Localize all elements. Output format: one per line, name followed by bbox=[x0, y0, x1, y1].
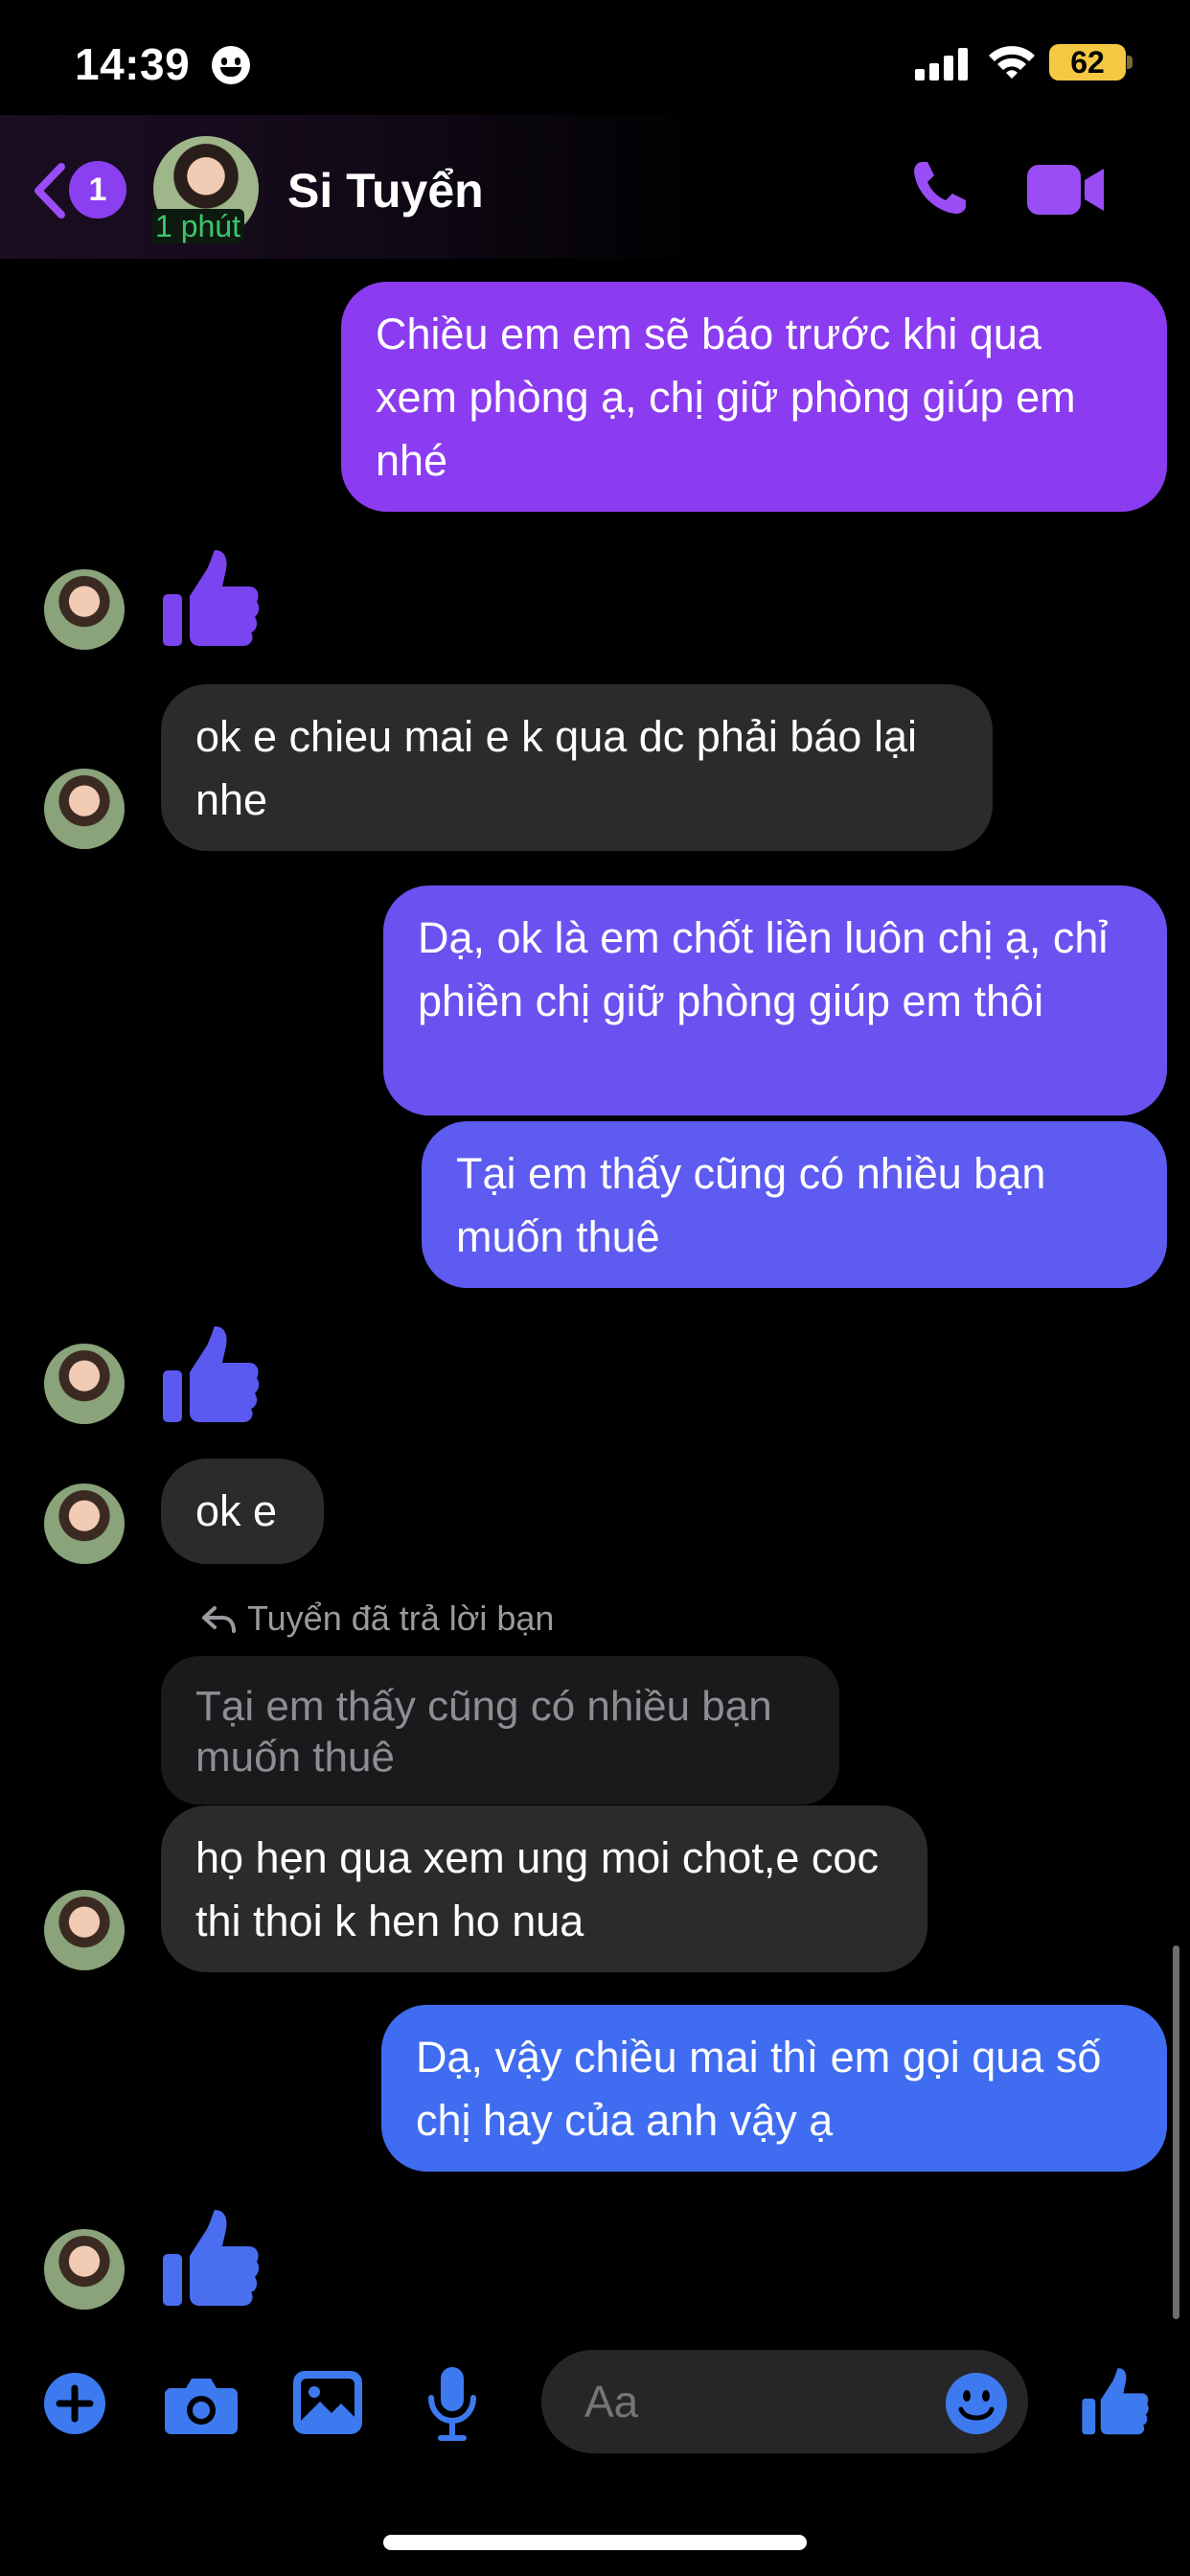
gallery-icon[interactable] bbox=[293, 2371, 362, 2434]
contact-avatar-small bbox=[44, 2229, 125, 2310]
home-indicator[interactable] bbox=[383, 2535, 807, 2550]
contact-avatar-small bbox=[44, 769, 125, 849]
contact-name[interactable]: Si Tuyển bbox=[287, 163, 484, 218]
plus-icon[interactable] bbox=[42, 2371, 107, 2436]
thumbs-up-icon[interactable] bbox=[161, 1322, 261, 1424]
cellular-signal-icon bbox=[915, 48, 969, 80]
contact-avatar-small bbox=[44, 1890, 125, 1970]
phone-icon[interactable] bbox=[910, 158, 970, 218]
wifi-icon bbox=[989, 46, 1035, 79]
status-time: 14:39 bbox=[75, 39, 191, 89]
quoted-message[interactable]: Tại em thấy cũng có nhiều bạn muốn thuê bbox=[161, 1656, 839, 1805]
message-input[interactable] bbox=[584, 2375, 929, 2428]
message-outgoing[interactable]: Dạ, ok là em chốt liền luôn chị ạ, chỉ p… bbox=[383, 886, 1167, 1116]
unread-badge[interactable]: 1 bbox=[69, 161, 126, 218]
message-incoming[interactable]: ok e chieu mai e k qua dc phải báo lại n… bbox=[161, 684, 993, 851]
message-incoming[interactable]: họ hẹn qua xem ung moi chot,e coc thi th… bbox=[161, 1806, 927, 1972]
reply-label: Tuyển đã trả lời bạn bbox=[247, 1598, 555, 1638]
thumbs-up-icon[interactable] bbox=[161, 2206, 261, 2308]
contact-avatar-small bbox=[44, 1484, 125, 1564]
message-outgoing[interactable]: Tại em thấy cũng có nhiều bạn muốn thuê bbox=[422, 1121, 1167, 1288]
thumbs-up-icon[interactable] bbox=[161, 546, 261, 648]
like-icon[interactable] bbox=[1081, 2365, 1150, 2436]
mic-icon[interactable] bbox=[425, 2367, 479, 2442]
battery-cap bbox=[1127, 56, 1133, 69]
battery-indicator: 62 bbox=[1049, 44, 1126, 80]
active-status: 1 phút bbox=[151, 209, 244, 243]
contact-avatar-small bbox=[44, 1344, 125, 1424]
video-icon[interactable] bbox=[1027, 163, 1106, 217]
reply-arrow-icon bbox=[202, 1606, 236, 1633]
camera-icon[interactable] bbox=[165, 2375, 238, 2434]
focus-emoji-icon bbox=[212, 46, 250, 84]
emoji-icon[interactable] bbox=[944, 2371, 1009, 2436]
scrollbar[interactable] bbox=[1173, 1945, 1179, 2319]
message-incoming[interactable]: ok e bbox=[161, 1459, 324, 1564]
message-outgoing[interactable]: Dạ, vậy chiều mai thì em gọi qua số chị … bbox=[381, 2005, 1167, 2172]
message-outgoing[interactable]: Chiều em em sẽ báo trước khi qua xem phò… bbox=[341, 282, 1167, 512]
contact-avatar-small bbox=[44, 569, 125, 650]
